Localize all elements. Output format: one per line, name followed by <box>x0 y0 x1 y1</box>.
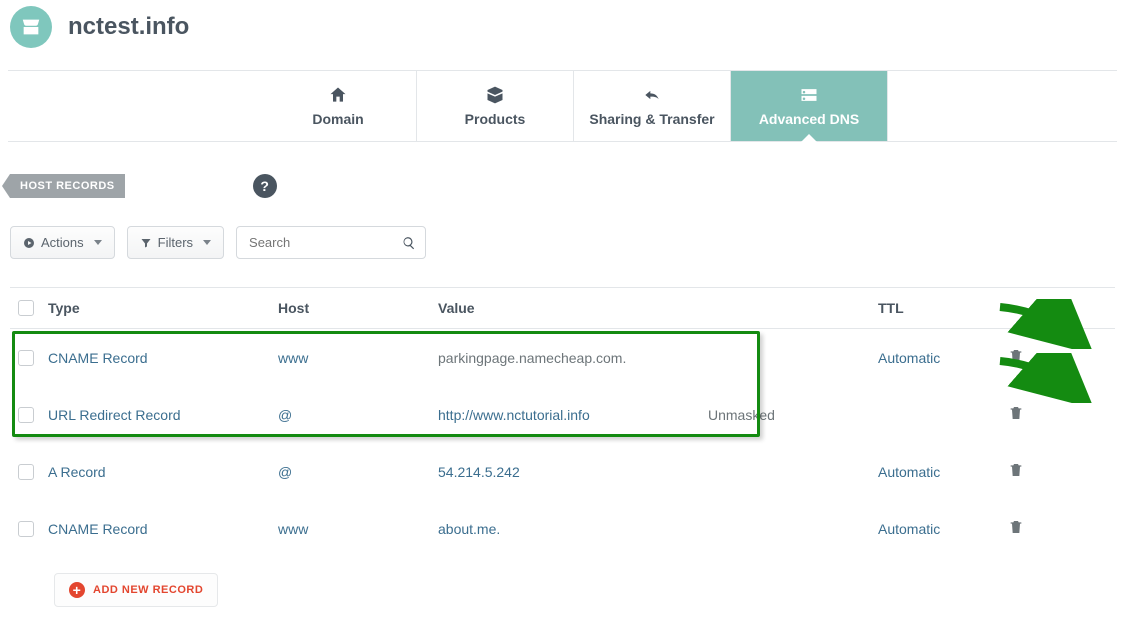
cell-ttl[interactable]: Automatic <box>878 464 1008 480</box>
search-input[interactable] <box>236 226 426 259</box>
row-checkbox[interactable] <box>18 464 34 480</box>
cell-type[interactable]: CNAME Record <box>48 521 278 537</box>
store-icon <box>10 6 52 48</box>
section-chip: HOST RECORDS <box>10 174 125 198</box>
table-row: CNAME Record www about.me. Automatic <box>10 500 1115 557</box>
trash-icon[interactable] <box>1008 461 1024 479</box>
actions-button[interactable]: Actions <box>10 226 115 259</box>
trash-icon[interactable] <box>1008 518 1024 536</box>
table-row: A Record @ 54.214.5.242 Automatic <box>10 443 1115 500</box>
cell-ttl[interactable]: Automatic <box>878 521 1008 537</box>
tab-products[interactable]: Products <box>417 71 574 141</box>
share-icon <box>641 85 663 105</box>
box-icon <box>484 85 506 105</box>
tab-advanced-dns-label: Advanced DNS <box>759 111 859 127</box>
domain-title: nctest.info <box>68 13 189 41</box>
trash-icon[interactable] <box>1008 404 1024 422</box>
select-all-checkbox[interactable] <box>18 300 34 316</box>
cell-type[interactable]: CNAME Record <box>48 350 278 366</box>
plus-icon: + <box>69 582 85 598</box>
filters-label: Filters <box>158 235 193 250</box>
cell-extra: Unmasked <box>708 407 878 423</box>
actions-label: Actions <box>41 235 84 250</box>
tab-advanced-dns[interactable]: Advanced DNS <box>731 71 888 141</box>
section-header: HOST RECORDS ? <box>10 174 1115 198</box>
cell-value: parkingpage.namecheap.com. <box>438 350 708 366</box>
cell-value[interactable]: about.me. <box>438 521 708 537</box>
tab-sharing-label: Sharing & Transfer <box>589 111 714 127</box>
trash-icon[interactable] <box>1008 347 1024 365</box>
cell-host[interactable]: @ <box>278 464 438 480</box>
filter-icon <box>140 237 152 249</box>
add-new-record-button[interactable]: + ADD NEW RECORD <box>54 573 218 607</box>
toolbar: Actions Filters <box>10 226 1115 259</box>
search-wrap <box>236 226 426 259</box>
col-ttl: TTL <box>878 300 1008 316</box>
row-checkbox[interactable] <box>18 521 34 537</box>
caret-down-icon <box>203 240 211 245</box>
help-icon[interactable]: ? <box>253 174 277 198</box>
table-row: CNAME Record www parkingpage.namecheap.c… <box>10 329 1115 386</box>
cell-value[interactable]: 54.214.5.242 <box>438 464 708 480</box>
row-checkbox[interactable] <box>18 407 34 423</box>
tab-domain-label: Domain <box>312 111 363 127</box>
cell-host[interactable]: www <box>278 521 438 537</box>
col-value: Value <box>438 300 708 316</box>
tab-sharing[interactable]: Sharing & Transfer <box>574 71 731 141</box>
filters-button[interactable]: Filters <box>127 226 224 259</box>
tab-products-label: Products <box>465 111 526 127</box>
page-header: nctest.info <box>0 0 1125 60</box>
host-records-table: Type Host Value TTL CNAME Record www par… <box>10 287 1115 607</box>
cell-ttl[interactable]: Automatic <box>878 350 1008 366</box>
search-icon <box>402 236 416 250</box>
table-row: URL Redirect Record @ http://www.nctutor… <box>10 386 1115 443</box>
cell-host[interactable]: @ <box>278 407 438 423</box>
cell-type[interactable]: A Record <box>48 464 278 480</box>
col-host: Host <box>278 300 438 316</box>
house-icon <box>327 85 349 105</box>
tab-bar: Domain Products Sharing & Transfer Advan… <box>8 70 1117 142</box>
cell-host[interactable]: www <box>278 350 438 366</box>
add-record-label: ADD NEW RECORD <box>93 584 203 596</box>
cell-type[interactable]: URL Redirect Record <box>48 407 278 423</box>
col-type: Type <box>48 300 278 316</box>
server-icon <box>798 85 820 105</box>
caret-down-icon <box>94 240 102 245</box>
row-checkbox[interactable] <box>18 350 34 366</box>
play-circle-icon <box>23 237 35 249</box>
tab-domain[interactable]: Domain <box>260 71 417 141</box>
table-header-row: Type Host Value TTL <box>10 287 1115 329</box>
cell-value[interactable]: http://www.nctutorial.info <box>438 407 708 423</box>
